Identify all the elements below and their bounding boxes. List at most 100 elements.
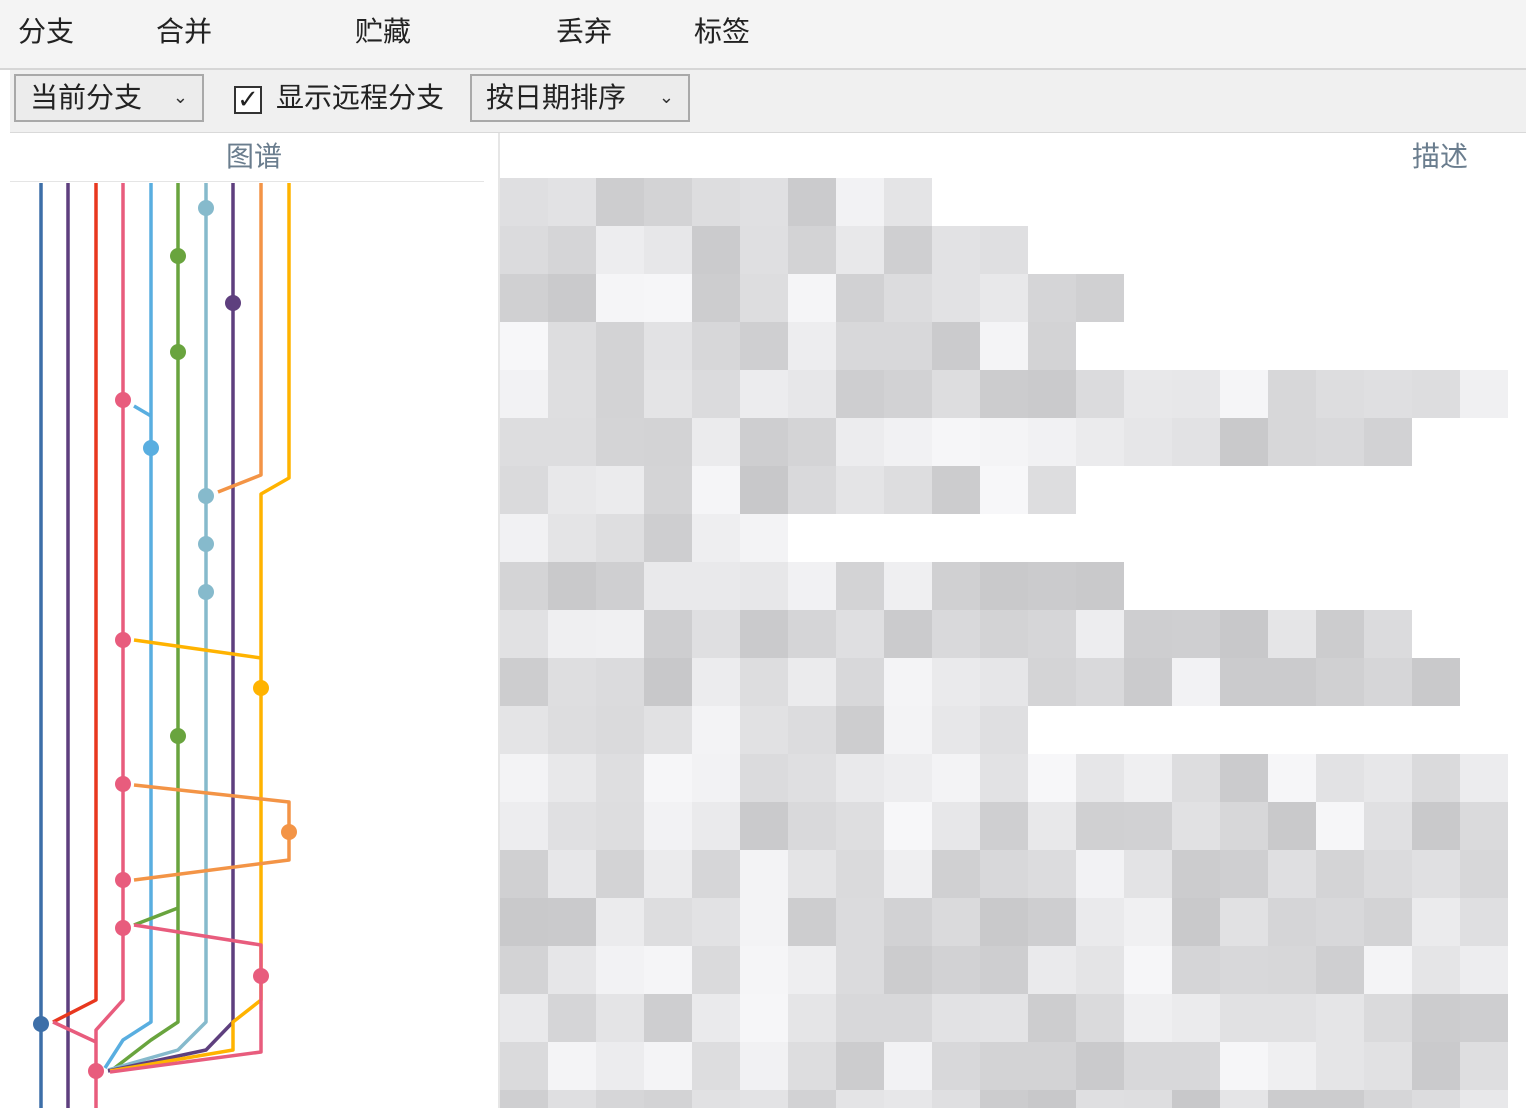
blurred-text-cell [1124, 802, 1172, 850]
blurred-text-cell [788, 946, 836, 994]
commit-node[interactable] [33, 1016, 49, 1032]
blurred-text-cell [980, 658, 1028, 706]
blurred-text-cell [932, 802, 980, 850]
blurred-text-cell [980, 1042, 1028, 1090]
lane-red [52, 183, 98, 1024]
commit-node[interactable] [88, 1063, 104, 1079]
blurred-text-cell [1268, 1042, 1316, 1090]
blurred-text-cell [644, 658, 692, 706]
blurred-text-cell [884, 850, 932, 898]
blurred-text-cell [1076, 610, 1124, 658]
pixelated-commit-list [500, 178, 1508, 1108]
sort-order-dropdown[interactable]: 按日期排序 ⌄ [470, 74, 690, 122]
blurred-text-cell [1076, 562, 1124, 610]
menu-branch[interactable]: 分支 [12, 12, 80, 52]
commit-node[interactable] [115, 872, 131, 888]
commit-node[interactable] [143, 440, 159, 456]
blurred-text-cell [1364, 802, 1412, 850]
blurred-text-cell [500, 466, 548, 514]
lane-orange [217, 183, 263, 494]
menu-discard[interactable]: 丢弃 [550, 12, 618, 52]
blurred-text-cell [1076, 994, 1124, 1042]
commit-node[interactable] [115, 776, 131, 792]
blurred-text-cell [596, 274, 644, 322]
commit-node[interactable] [198, 488, 214, 504]
commit-node[interactable] [198, 584, 214, 600]
blurred-text-cell [884, 754, 932, 802]
blurred-text-cell [596, 754, 644, 802]
blurred-text-cell [932, 610, 980, 658]
blurred-text-cell [692, 370, 740, 418]
blurred-text-cell [1316, 994, 1364, 1042]
commit-node[interactable] [115, 632, 131, 648]
blurred-text-cell [980, 226, 1028, 274]
blurred-text-cell [1316, 802, 1364, 850]
blurred-text-cell [836, 850, 884, 898]
blurred-text-cell [788, 1090, 836, 1108]
blurred-text-cell [692, 1042, 740, 1090]
blurred-text-cell [500, 994, 548, 1042]
description-column-header[interactable]: 描述 [1412, 137, 1468, 177]
blurred-text-cell [500, 1090, 548, 1108]
blurred-text-cell [596, 322, 644, 370]
menu-tag[interactable]: 标签 [688, 12, 756, 52]
blurred-text-cell [548, 370, 596, 418]
blurred-text-cell [644, 1090, 692, 1108]
blurred-text-cell [884, 466, 932, 514]
commit-node[interactable] [198, 200, 214, 216]
commit-graph[interactable] [10, 133, 498, 1108]
blurred-text-cell [500, 274, 548, 322]
blurred-text-cell [740, 226, 788, 274]
blurred-text-cell [1412, 370, 1460, 418]
commit-node[interactable] [198, 536, 214, 552]
blurred-text-cell [1028, 754, 1076, 802]
blurred-text-cell [1124, 370, 1172, 418]
blurred-text-cell [500, 322, 548, 370]
blurred-text-cell [740, 658, 788, 706]
blurred-text-cell [740, 898, 788, 946]
blurred-text-cell [836, 1042, 884, 1090]
blurred-text-cell [980, 418, 1028, 466]
blurred-text-cell [500, 946, 548, 994]
blurred-text-cell [1364, 850, 1412, 898]
commit-node[interactable] [253, 680, 269, 696]
menu-merge[interactable]: 合并 [150, 12, 218, 52]
blurred-text-cell [836, 178, 884, 226]
commit-node[interactable] [170, 344, 186, 360]
blurred-text-cell [788, 418, 836, 466]
blurred-text-cell [980, 706, 1028, 754]
blurred-text-cell [596, 898, 644, 946]
blurred-text-cell [1460, 946, 1508, 994]
blurred-text-cell [980, 1090, 1028, 1108]
blurred-text-cell [1364, 610, 1412, 658]
blurred-text-cell [1124, 898, 1172, 946]
commit-node[interactable] [253, 968, 269, 984]
commit-node[interactable] [170, 728, 186, 744]
show-remote-checkbox[interactable]: ✓ [234, 86, 262, 114]
blurred-text-cell [1124, 1042, 1172, 1090]
blurred-text-cell [1412, 1090, 1460, 1108]
blurred-text-cell [1316, 418, 1364, 466]
blurred-text-cell [644, 754, 692, 802]
blurred-text-cell [1316, 754, 1364, 802]
blurred-text-cell [788, 610, 836, 658]
description-panel: 描述 [500, 133, 1526, 1108]
commit-node[interactable] [170, 248, 186, 264]
blurred-text-cell [1412, 994, 1460, 1042]
blurred-text-cell [644, 1042, 692, 1090]
blurred-text-cell [1220, 418, 1268, 466]
commit-node[interactable] [281, 824, 297, 840]
blurred-text-cell [1172, 754, 1220, 802]
blurred-text-cell [932, 322, 980, 370]
commit-node[interactable] [115, 920, 131, 936]
blurred-text-cell [1172, 418, 1220, 466]
commit-node[interactable] [115, 392, 131, 408]
blurred-text-cell [740, 706, 788, 754]
blurred-text-cell [500, 754, 548, 802]
blurred-text-cell [644, 370, 692, 418]
blurred-text-cell [836, 946, 884, 994]
branch-filter-dropdown[interactable]: 当前分支 ⌄ [14, 74, 204, 122]
blurred-text-cell [1220, 850, 1268, 898]
commit-node[interactable] [225, 295, 241, 311]
menu-stash[interactable]: 贮藏 [349, 12, 417, 52]
